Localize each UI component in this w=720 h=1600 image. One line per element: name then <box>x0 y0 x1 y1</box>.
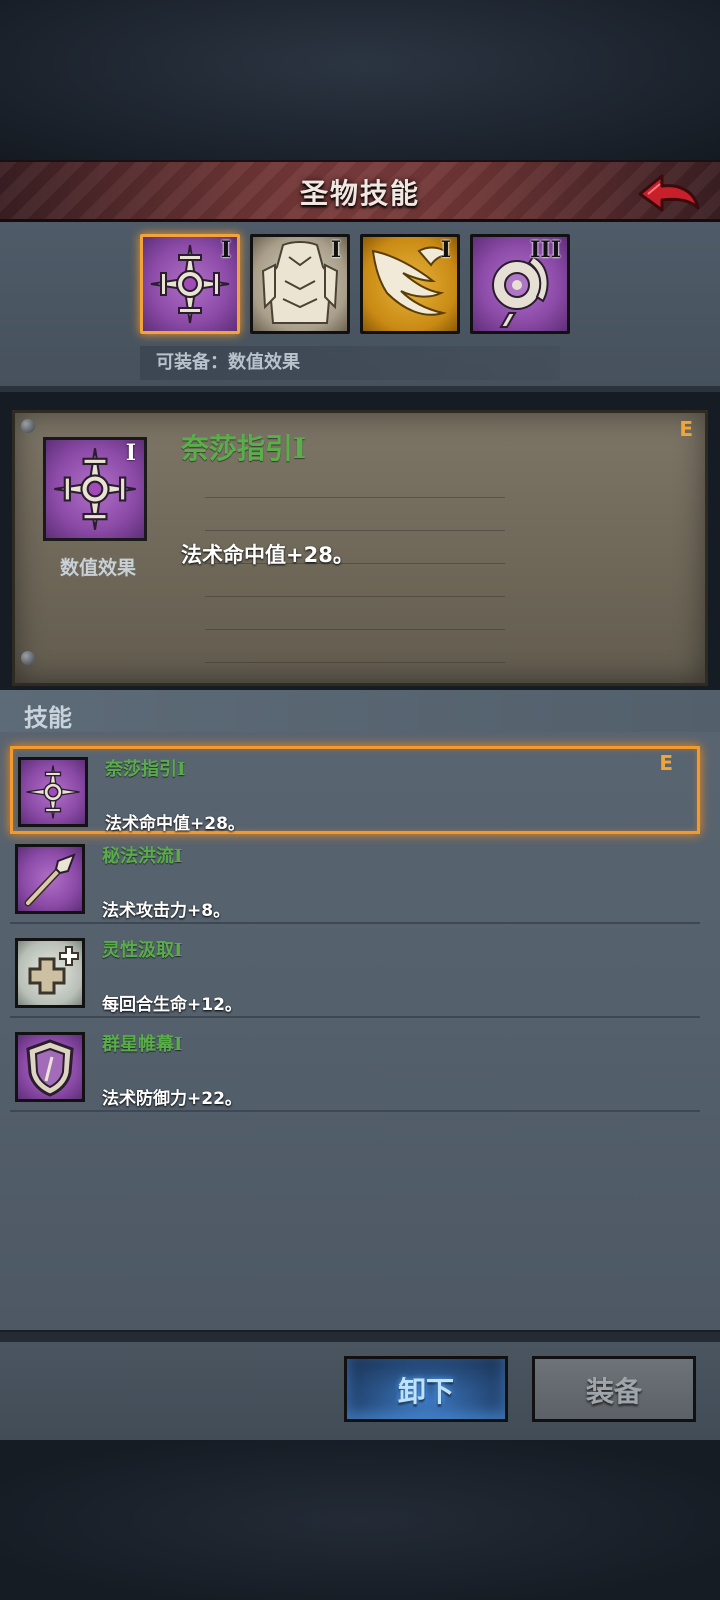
top-background <box>0 0 720 160</box>
bottom-background <box>0 1440 720 1600</box>
rivet-icon <box>21 419 35 433</box>
detail-name-tier: I <box>293 432 307 465</box>
skill-name: 群星帷幕I <box>102 1030 182 1056</box>
skill-icon <box>15 938 85 1008</box>
skill-desc: 法术攻击力+8。 <box>102 901 231 921</box>
relic-tier: I <box>440 237 451 263</box>
relic-tier: I <box>330 237 341 263</box>
skill-name-text: 灵性汲取 <box>102 940 174 961</box>
footer-divider <box>0 1330 720 1342</box>
skill-name: 奈莎指引I <box>105 755 185 781</box>
relic-panel: I I I III 可装备：数值效果 <box>0 222 720 392</box>
section-header: 技能 <box>0 690 720 732</box>
relic-slot-3[interactable]: I <box>360 234 460 334</box>
relic-slot-1[interactable]: I <box>140 234 240 334</box>
shield-icon <box>26 1039 74 1097</box>
skill-name-text: 群星帷幕 <box>102 1034 174 1055</box>
skill-icon <box>15 1032 85 1102</box>
skill-row-2[interactable]: 秘法洪流I 法术攻击力+8。 <box>10 836 700 924</box>
skill-icon <box>15 844 85 914</box>
detail-category-label: 数值效果 <box>59 557 136 579</box>
detail-grade-badge: E <box>679 417 693 441</box>
skill-name-tier: I <box>174 940 183 961</box>
skill-row-4[interactable]: 群星帷幕I 法术防御力+22。 <box>10 1024 700 1112</box>
skill-desc: 每回合生命+12。 <box>102 995 242 1015</box>
header-banner: 圣物技能 <box>0 160 720 222</box>
relic-detail-card: I 数值效果 奈莎指引I E 法术命中值+28。 <box>12 410 708 686</box>
detail-tier: I <box>125 440 136 466</box>
heal-cross-icon <box>28 946 79 995</box>
skill-icon <box>18 757 88 827</box>
skill-desc: 法术命中值+28。 <box>105 814 245 834</box>
skill-name: 灵性汲取I <box>102 936 182 962</box>
detail-effect: 法术命中值+28。 <box>181 543 354 567</box>
relic-tier: I <box>220 237 231 263</box>
equip-hint: 可装备：数值效果 <box>140 346 560 380</box>
crosshair-star-icon <box>26 765 80 819</box>
footer-bar: 卸下 装备 <box>0 1342 720 1440</box>
detail-name-text: 奈莎指引 <box>181 432 294 465</box>
skill-row-3[interactable]: 灵性汲取I 每回合生命+12。 <box>10 930 700 1018</box>
skill-desc: 法术防御力+22。 <box>102 1089 242 1109</box>
skills-section: 技能 奈莎指引I 法术命中值+28。 E 秘法洪流I 法术攻击力+8。 灵性汲取… <box>0 690 720 1330</box>
back-arrow-icon <box>638 174 700 212</box>
equip-button[interactable]: 装备 <box>532 1356 696 1422</box>
unequip-button[interactable]: 卸下 <box>344 1356 508 1422</box>
relic-slot-4[interactable]: III <box>470 234 570 334</box>
detail-name: 奈莎指引I <box>181 427 306 467</box>
section-title: 技能 <box>24 704 72 732</box>
skill-name-tier: I <box>174 846 183 867</box>
detail-icon: I <box>43 437 147 541</box>
skill-name-tier: I <box>174 1034 183 1055</box>
skill-name-tier: I <box>177 759 186 780</box>
relic-tier: III <box>530 237 561 263</box>
skill-row-1[interactable]: 奈莎指引I 法术命中值+28。 E <box>10 746 700 834</box>
skill-name-text: 秘法洪流 <box>102 846 174 867</box>
rivet-icon <box>21 651 35 665</box>
skill-name: 秘法洪流I <box>102 842 182 868</box>
skill-name-text: 奈莎指引 <box>105 759 177 780</box>
spear-icon <box>24 853 76 907</box>
relic-slot-2[interactable]: I <box>250 234 350 334</box>
page-title: 圣物技能 <box>299 177 420 210</box>
skill-grade-badge: E <box>659 751 673 775</box>
back-button[interactable] <box>636 170 702 216</box>
